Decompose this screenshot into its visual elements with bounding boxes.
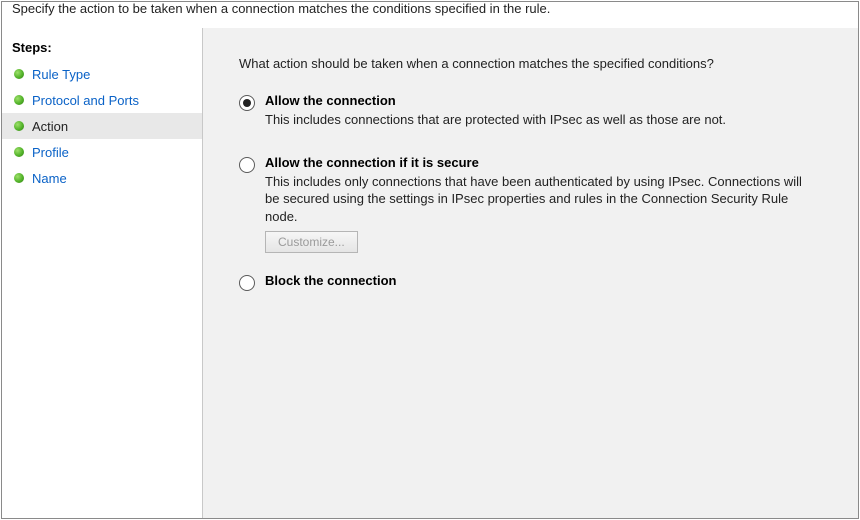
option-block-title: Block the connection — [265, 273, 828, 288]
step-rule-type[interactable]: Rule Type — [2, 61, 202, 87]
bullet-icon — [14, 173, 24, 183]
question-text: What action should be taken when a conne… — [239, 56, 828, 71]
bullet-icon — [14, 147, 24, 157]
step-action[interactable]: Action — [2, 113, 202, 139]
radio-block[interactable] — [239, 275, 255, 291]
wizard-dialog: Specify the action to be taken when a co… — [1, 1, 859, 519]
step-label: Rule Type — [32, 67, 90, 82]
bullet-icon — [14, 121, 24, 131]
option-allow-secure-block: Allow the connection if it is secure Thi… — [239, 155, 828, 254]
step-label: Action — [32, 119, 68, 134]
option-block-block: Block the connection — [239, 273, 828, 291]
option-allow-title: Allow the connection — [265, 93, 828, 108]
step-protocol-ports[interactable]: Protocol and Ports — [2, 87, 202, 113]
step-name[interactable]: Name — [2, 165, 202, 191]
radio-allow-secure[interactable] — [239, 157, 255, 173]
bullet-icon — [14, 69, 24, 79]
option-allow-secure-desc: This includes only connections that have… — [265, 173, 805, 226]
bullet-icon — [14, 95, 24, 105]
option-allow-block: Allow the connection This includes conne… — [239, 93, 828, 135]
banner-subtitle: Specify the action to be taken when a co… — [2, 2, 858, 28]
option-allow-secure-title: Allow the connection if it is secure — [265, 155, 828, 170]
radio-allow[interactable] — [239, 95, 255, 111]
steps-header: Steps: — [2, 34, 202, 61]
step-label: Profile — [32, 145, 69, 160]
step-label: Name — [32, 171, 67, 186]
steps-sidebar: Steps: Rule Type Protocol and Ports Acti… — [2, 28, 203, 518]
dialog-body: Steps: Rule Type Protocol and Ports Acti… — [2, 28, 858, 518]
step-label: Protocol and Ports — [32, 93, 139, 108]
step-profile[interactable]: Profile — [2, 139, 202, 165]
main-panel: What action should be taken when a conne… — [203, 28, 858, 518]
customize-button: Customize... — [265, 231, 358, 253]
option-allow-desc: This includes connections that are prote… — [265, 111, 805, 129]
